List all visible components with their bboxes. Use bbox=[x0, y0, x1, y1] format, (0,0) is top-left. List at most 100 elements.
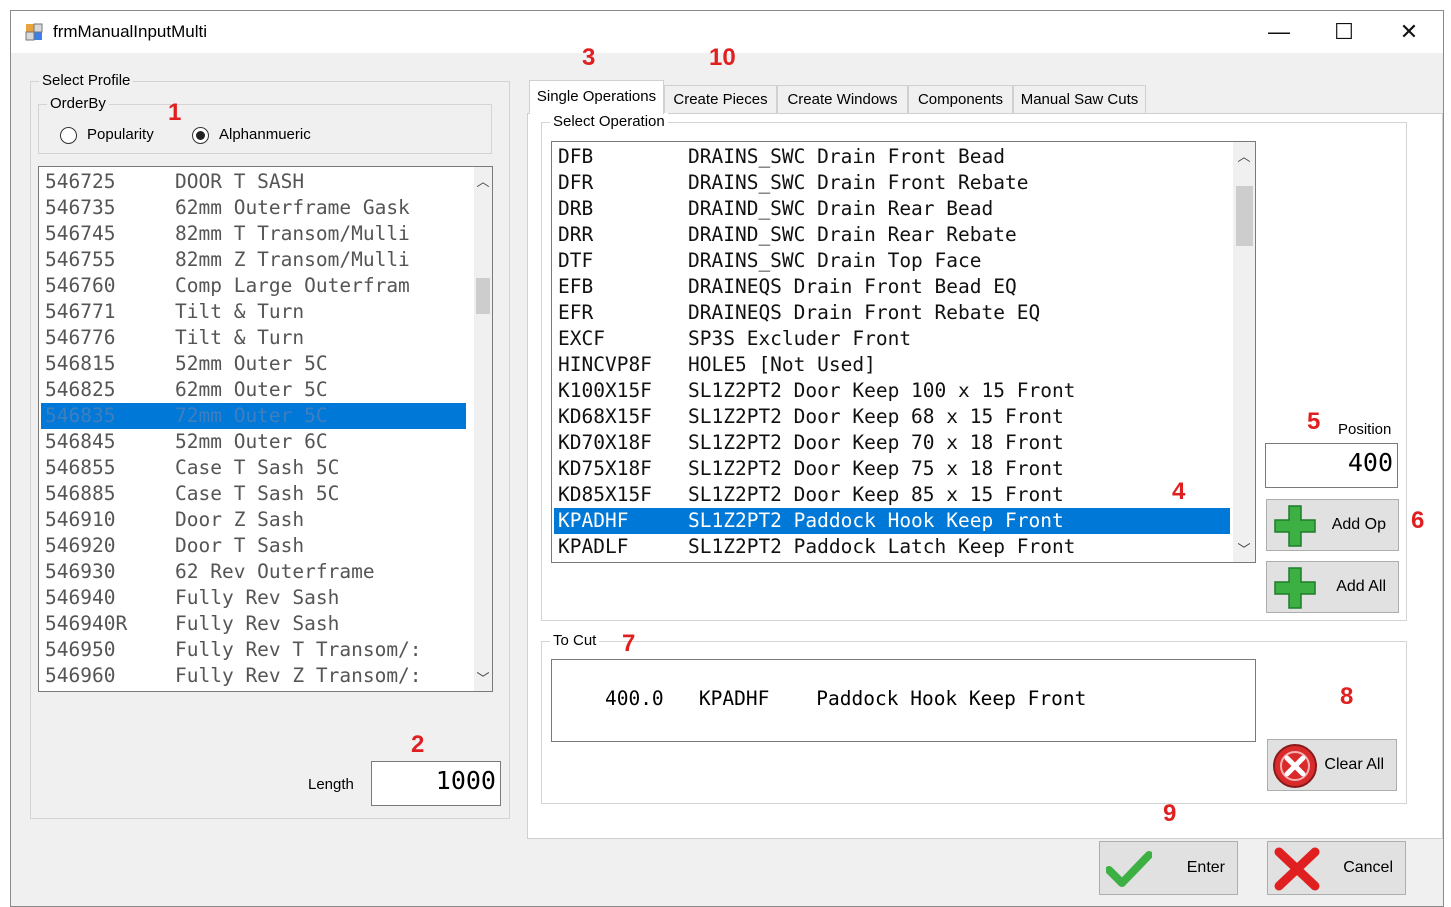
operation-list-item[interactable]: DFB DRAINS_SWC Drain Front Bead bbox=[554, 144, 1230, 170]
profile-scroll-thumb[interactable] bbox=[476, 278, 490, 314]
profile-list-item[interactable]: 546910 Door Z Sash bbox=[41, 507, 466, 533]
operation-list-item[interactable]: HINCVP8F HOLE5 [Not Used] bbox=[554, 352, 1230, 378]
operation-list-item[interactable]: K100X15F SL1Z2PT2 Door Keep 100 x 15 Fron… bbox=[554, 378, 1230, 404]
profile-description: 52mm Outer 5C bbox=[175, 352, 328, 375]
profile-description: Fully Rev Z Transom/: bbox=[175, 664, 422, 687]
maximize-button[interactable]: ☐ bbox=[1314, 15, 1374, 49]
profile-list-item[interactable]: 546940R Fully Rev Sash bbox=[41, 611, 466, 637]
operation-description: SL1Z2PT2 Door Keep 68 x 15 Front bbox=[688, 405, 1064, 428]
profile-list-item[interactable]: 546725 DOOR T SASH bbox=[41, 169, 466, 195]
tab-single-operations[interactable]: Single Operations bbox=[529, 80, 664, 114]
operation-list-item[interactable]: DRB DRAIND_SWC Drain Rear Bead bbox=[554, 196, 1230, 222]
profile-description: Comp Large Outerfram bbox=[175, 274, 410, 297]
profile-description: 62mm Outerframe Gask bbox=[175, 196, 410, 219]
profile-code: 546930 bbox=[45, 560, 116, 583]
enter-button[interactable]: Enter bbox=[1099, 841, 1238, 895]
cancel-button[interactable]: Cancel bbox=[1267, 841, 1406, 895]
profile-code: 546835 bbox=[45, 404, 116, 427]
profile-list-item[interactable]: 546885 Case T Sash 5C bbox=[41, 481, 466, 507]
profile-listbox[interactable]: 546960 Fully Rev Z Transom/: 546950 Fully R… bbox=[38, 166, 493, 692]
profile-list-item[interactable]: 546960 Fully Rev Z Transom/: bbox=[41, 663, 466, 689]
popularity-radio[interactable] bbox=[60, 127, 77, 144]
profile-list-item[interactable]: 546950 Fully Rev T Transom/: bbox=[41, 637, 466, 663]
profile-code: 546755 bbox=[45, 248, 116, 271]
tab-create-windows[interactable]: Create Windows bbox=[777, 85, 908, 113]
operation-scrollbar[interactable]: ︿ ﹀ bbox=[1233, 142, 1255, 562]
operation-list-item[interactable]: KPADHF SL1Z2PT2 Paddock Hook Keep Front bbox=[554, 508, 1230, 534]
operation-list-item[interactable]: KD85X15F SL1Z2PT2 Door Keep 85 x 15 Front bbox=[554, 482, 1230, 508]
profile-description: Case T Sash 5C bbox=[175, 456, 340, 479]
operation-list-item[interactable]: EFR DRAINEQS Drain Front Rebate EQ bbox=[554, 300, 1230, 326]
tab-components[interactable]: Components bbox=[908, 85, 1013, 113]
profile-code: 546776 bbox=[45, 326, 116, 349]
profile-list-item[interactable]: 546825 62mm Outer 5C bbox=[41, 377, 466, 403]
profile-list-item[interactable]: 546815 52mm Outer 5C bbox=[41, 351, 466, 377]
operation-code: KD68X15F bbox=[558, 405, 652, 428]
scroll-up-icon[interactable]: ︿ bbox=[474, 171, 492, 190]
annotation-marker-10: 10 bbox=[709, 44, 736, 71]
profile-list-item[interactable]: 546771 Tilt & Turn bbox=[41, 299, 466, 325]
close-button[interactable]: ✕ bbox=[1379, 15, 1439, 49]
operation-list-item[interactable]: KPADLF SL1Z2PT2 Paddock Latch Keep Front bbox=[554, 534, 1230, 560]
main-window: frmManualInputMulti — ☐ ✕ Select Profile… bbox=[10, 10, 1444, 907]
profile-scrollbar[interactable]: ︿ ﹀ bbox=[474, 167, 492, 691]
profile-description: 82mm Z Transom/Mulli bbox=[175, 248, 410, 271]
cancel-label: Cancel bbox=[1343, 859, 1393, 876]
operation-list-item[interactable]: DFR DRAINS_SWC Drain Front Rebate bbox=[554, 170, 1230, 196]
length-input[interactable]: 1000 bbox=[371, 761, 501, 806]
red-x-circle-icon bbox=[1273, 744, 1317, 788]
scroll-down-icon[interactable]: ﹀ bbox=[1233, 539, 1255, 558]
operation-list-item[interactable]: EXCF SP3S Excluder Front bbox=[554, 326, 1230, 352]
minimize-button[interactable]: — bbox=[1249, 15, 1309, 49]
profile-code: 546920 bbox=[45, 534, 116, 557]
profile-list-item[interactable]: 546755 82mm Z Transom/Mulli bbox=[41, 247, 466, 273]
operation-code: K100X15F bbox=[558, 379, 652, 402]
operation-code: KD70X18F bbox=[558, 431, 652, 454]
profile-list-item[interactable]: 546930 62 Rev Outerframe bbox=[41, 559, 466, 585]
profile-list-item[interactable]: 546845 52mm Outer 6C bbox=[41, 429, 466, 455]
profile-list-item[interactable]: 546745 82mm T Transom/Mulli bbox=[41, 221, 466, 247]
profile-list-item[interactable]: 546920 Door T Sash bbox=[41, 533, 466, 559]
scroll-up-icon[interactable]: ︿ bbox=[1233, 146, 1255, 165]
profile-code: 546745 bbox=[45, 222, 116, 245]
operation-description: SL1Z2PT2 Paddock Latch Keep Front bbox=[688, 535, 1076, 558]
operation-description: SP3S Excluder Front bbox=[688, 327, 912, 350]
operation-list-item[interactable]: EFB DRAINEQS Drain Front Bead EQ bbox=[554, 274, 1230, 300]
add-all-button[interactable]: Add All bbox=[1266, 561, 1399, 613]
length-label: Length bbox=[308, 776, 354, 793]
operation-code: EFB bbox=[558, 275, 594, 298]
operation-list-item[interactable]: DTF DRAINS_SWC Drain Top Face bbox=[554, 248, 1230, 274]
profile-code: 546760 bbox=[45, 274, 116, 297]
operation-listbox[interactable]: KPADLF SL1Z2PT2 Paddock Latch Keep Front K… bbox=[551, 141, 1256, 563]
scroll-down-icon[interactable]: ﹀ bbox=[474, 668, 492, 687]
operation-code: EFR bbox=[558, 301, 594, 324]
alphanumeric-label: Alphanmueric bbox=[219, 126, 311, 143]
profile-list-item[interactable]: 546855 Case T Sash 5C bbox=[41, 455, 466, 481]
tab-create-pieces[interactable]: Create Pieces bbox=[664, 85, 777, 113]
annotation-marker-9: 9 bbox=[1163, 800, 1177, 827]
add-op-button[interactable]: Add Op bbox=[1266, 499, 1399, 551]
profile-code: 546950 bbox=[45, 638, 116, 661]
operation-list-item[interactable]: KD75X18F SL1Z2PT2 Door Keep 75 x 18 Front bbox=[554, 456, 1230, 482]
to-cut-label: To Cut bbox=[550, 632, 600, 649]
profile-list-item[interactable]: 546835 72mm Outer 5C bbox=[41, 403, 466, 429]
operation-list-item[interactable]: KD70X18F SL1Z2PT2 Door Keep 70 x 18 Front bbox=[554, 430, 1230, 456]
profile-list-item[interactable]: 546760 Comp Large Outerfram bbox=[41, 273, 466, 299]
alphanumeric-radio[interactable] bbox=[192, 127, 209, 144]
profile-code: 546735 bbox=[45, 196, 116, 219]
operation-list-item[interactable]: DRR DRAIND_SWC Drain Rear Rebate bbox=[554, 222, 1230, 248]
operation-scroll-thumb[interactable] bbox=[1236, 186, 1253, 246]
profile-description: Door Z Sash bbox=[175, 508, 305, 531]
profile-list-item[interactable]: 546776 Tilt & Turn bbox=[41, 325, 466, 351]
to-cut-textarea[interactable]: 400.0 KPADHF Paddock Hook Keep Front bbox=[551, 659, 1256, 742]
operation-list-item[interactable]: KD68X15F SL1Z2PT2 Door Keep 68 x 15 Front bbox=[554, 404, 1230, 430]
tab-manual-saw-cuts[interactable]: Manual Saw Cuts bbox=[1013, 85, 1146, 113]
clear-all-button[interactable]: Clear All bbox=[1267, 739, 1397, 791]
profile-list-item[interactable]: 546940 Fully Rev Sash bbox=[41, 585, 466, 611]
add-all-label: Add All bbox=[1336, 578, 1386, 595]
popularity-label: Popularity bbox=[87, 126, 154, 143]
position-input[interactable]: 400 bbox=[1265, 443, 1398, 488]
operation-description: DRAIND_SWC Drain Rear Bead bbox=[688, 197, 994, 220]
profile-list-item[interactable]: 546735 62mm Outerframe Gask bbox=[41, 195, 466, 221]
profile-code: 546725 bbox=[45, 170, 116, 193]
